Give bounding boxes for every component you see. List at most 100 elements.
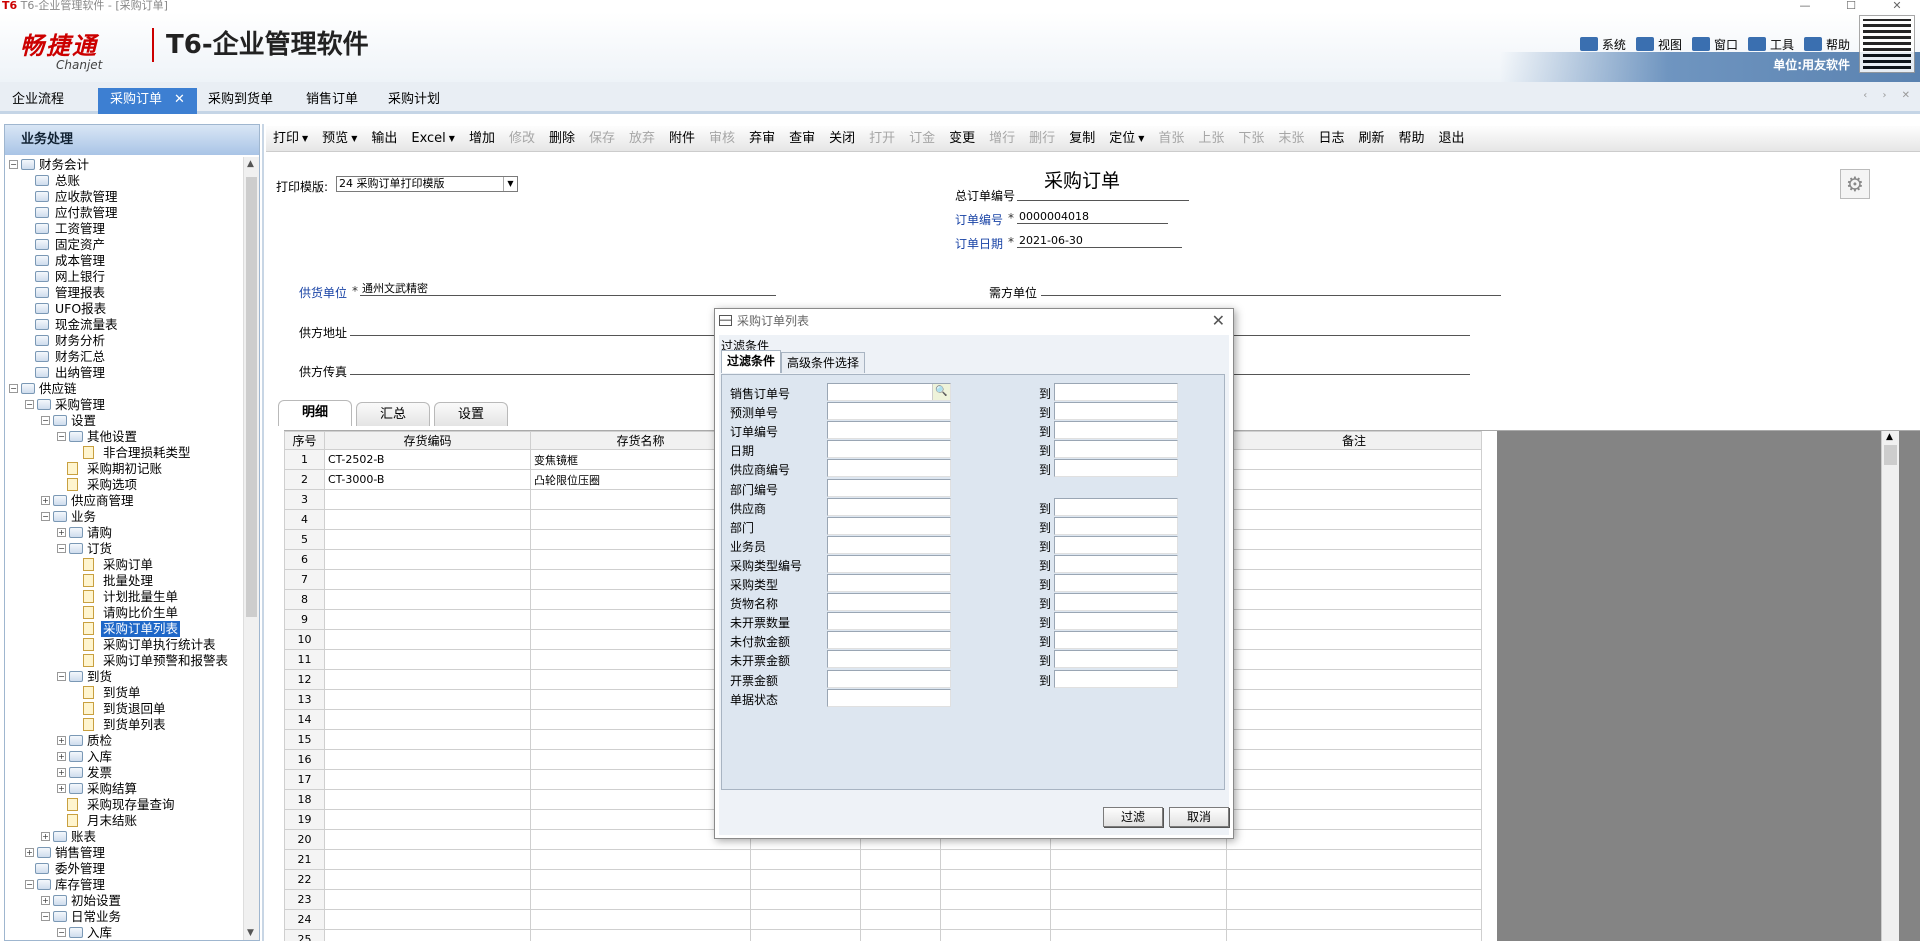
- toolbar-button-3[interactable]: Excel ▼: [404, 126, 462, 152]
- expand-icon[interactable]: +: [41, 496, 50, 505]
- grid-cell[interactable]: [750, 909, 861, 930]
- scroll-thumb[interactable]: [1884, 445, 1897, 465]
- grid-cell[interactable]: [1226, 549, 1482, 570]
- item-code-cell[interactable]: [324, 809, 531, 830]
- filter-to-input[interactable]: [1054, 535, 1178, 554]
- chevron-down-icon[interactable]: ▼: [449, 126, 455, 152]
- gear-icon[interactable]: ⚙: [1840, 169, 1870, 199]
- toolbar-button-6[interactable]: 删除: [542, 126, 582, 152]
- tree-node[interactable]: 应收款管理: [5, 189, 243, 205]
- grid-cell[interactable]: [750, 929, 861, 941]
- grid-tab-1[interactable]: 汇总: [356, 402, 430, 426]
- grid-cell[interactable]: [1226, 749, 1482, 770]
- grid-cell[interactable]: [750, 869, 861, 890]
- grid-cell[interactable]: [1226, 469, 1482, 490]
- tree-node[interactable]: + 发票: [5, 765, 243, 781]
- tree-node[interactable]: 月末结账: [5, 813, 243, 829]
- tree-node[interactable]: 采购订单列表: [5, 621, 243, 637]
- item-code-cell[interactable]: [324, 909, 531, 930]
- grid-tab-0[interactable]: 明细: [278, 400, 352, 426]
- tree-node[interactable]: + 初始设置: [5, 893, 243, 909]
- tree-node[interactable]: 采购选项: [5, 477, 243, 493]
- tree-node[interactable]: + 账表: [5, 829, 243, 845]
- tree-node[interactable]: 总账: [5, 173, 243, 189]
- collapse-icon[interactable]: −: [57, 928, 66, 937]
- collapse-icon[interactable]: −: [41, 912, 50, 921]
- filter-from-input[interactable]: [827, 421, 951, 440]
- collapse-icon[interactable]: −: [9, 384, 18, 393]
- tab-0[interactable]: 企业流程: [0, 88, 76, 114]
- supplier-field[interactable]: 通州文武精密: [360, 282, 776, 296]
- filter-from-input[interactable]: [827, 402, 951, 421]
- toolbar-button-26[interactable]: 刷新: [1351, 126, 1391, 152]
- item-code-cell[interactable]: [324, 749, 531, 770]
- item-code-cell[interactable]: [324, 569, 531, 590]
- scroll-thumb[interactable]: [246, 177, 257, 617]
- filter-from-input[interactable]: [827, 440, 951, 459]
- filter-to-input[interactable]: [1054, 669, 1178, 688]
- grid-cell[interactable]: [1226, 789, 1482, 810]
- filter-from-input[interactable]: [827, 574, 951, 592]
- tree-node[interactable]: 到货退回单: [5, 701, 243, 717]
- tree-node[interactable]: UFO报表: [5, 301, 243, 317]
- tree-node[interactable]: 批量处理: [5, 573, 243, 589]
- filter-to-input[interactable]: [1054, 516, 1178, 535]
- item-code-cell[interactable]: [324, 649, 531, 670]
- tab-scroll-controls[interactable]: ‹ › ✕: [1863, 90, 1916, 101]
- dialog-title-bar[interactable]: 采购订单列表 ✕: [715, 309, 1233, 335]
- tree-node[interactable]: − 入库: [5, 925, 243, 940]
- tree-node[interactable]: + 质检: [5, 733, 243, 749]
- filter-from-input[interactable]: [827, 612, 951, 631]
- grid-cell[interactable]: [750, 849, 861, 870]
- scroll-up-icon[interactable]: ▲: [1886, 432, 1893, 442]
- tree-node[interactable]: 财务汇总: [5, 349, 243, 365]
- item-code-cell[interactable]: CT-3000-B: [324, 469, 531, 490]
- grid-cell[interactable]: [1226, 589, 1482, 610]
- toolbar-button-25[interactable]: 日志: [1311, 126, 1351, 152]
- close-window-button[interactable]: ✕: [1874, 0, 1920, 12]
- toolbar-button-9[interactable]: 附件: [662, 126, 702, 152]
- tree-node[interactable]: 管理报表: [5, 285, 243, 301]
- grid-cell[interactable]: [1226, 809, 1482, 830]
- toolbar-button-13[interactable]: 关闭: [822, 126, 862, 152]
- item-code-cell[interactable]: [324, 629, 531, 650]
- chevron-down-icon[interactable]: ▼: [503, 177, 517, 191]
- filter-from-input[interactable]: 🔍: [827, 383, 951, 401]
- tree-node[interactable]: 网上银行: [5, 269, 243, 285]
- tree-node[interactable]: 成本管理: [5, 253, 243, 269]
- grid-cell[interactable]: [860, 869, 941, 890]
- grid-cell[interactable]: [860, 889, 941, 910]
- scroll-down-icon[interactable]: ▼: [247, 928, 254, 938]
- grid-cell[interactable]: [1226, 769, 1482, 790]
- grid-cell[interactable]: [1226, 629, 1482, 650]
- tab-4[interactable]: 采购计划: [376, 88, 452, 114]
- filter-from-input[interactable]: [827, 516, 951, 535]
- tree-node[interactable]: − 采购管理: [5, 397, 243, 413]
- tree-node[interactable]: 财务分析: [5, 333, 243, 349]
- item-code-cell[interactable]: [324, 889, 531, 910]
- tree-node[interactable]: 采购现存量查询: [5, 797, 243, 813]
- tree-node[interactable]: + 销售管理: [5, 845, 243, 861]
- grid-tab-2[interactable]: 设置: [434, 402, 508, 426]
- order-no-field[interactable]: 0000004018: [1017, 210, 1168, 224]
- expand-icon[interactable]: +: [41, 832, 50, 841]
- tree-node[interactable]: 委外管理: [5, 861, 243, 877]
- grid-cell[interactable]: [940, 869, 1051, 890]
- expand-icon[interactable]: +: [57, 528, 66, 537]
- toolbar-button-27[interactable]: 帮助: [1391, 126, 1431, 152]
- tree-node[interactable]: − 库存管理: [5, 877, 243, 893]
- tree-node[interactable]: − 其他设置: [5, 429, 243, 445]
- close-icon[interactable]: ✕: [174, 92, 185, 107]
- print-template-select[interactable]: 24 采购订单打印模版 ▼: [336, 176, 518, 192]
- grid-cell[interactable]: [1226, 909, 1482, 930]
- item-code-cell[interactable]: [324, 869, 531, 890]
- toolbar-button-12[interactable]: 查审: [782, 126, 822, 152]
- tree-node[interactable]: − 供应链: [5, 381, 243, 397]
- item-code-cell[interactable]: [324, 509, 531, 530]
- tree-node[interactable]: − 到货: [5, 669, 243, 685]
- item-name-cell[interactable]: [530, 909, 751, 930]
- grid-cell[interactable]: [1226, 889, 1482, 910]
- filter-to-input[interactable]: [1054, 650, 1178, 669]
- filter-from-input[interactable]: [827, 593, 951, 612]
- grid-cell[interactable]: [1226, 569, 1482, 590]
